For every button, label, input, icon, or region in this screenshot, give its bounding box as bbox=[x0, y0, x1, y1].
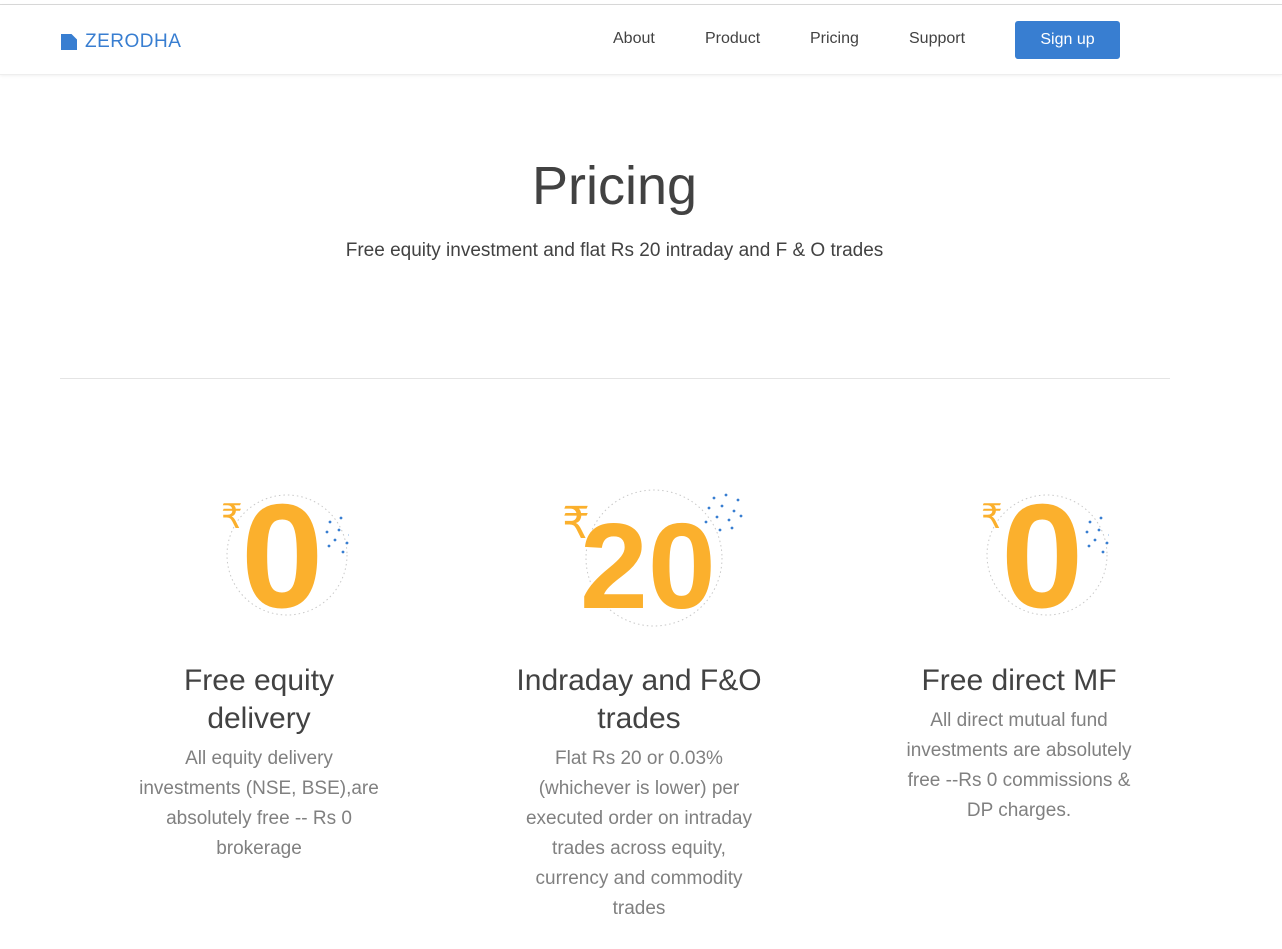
section-divider bbox=[60, 378, 1170, 379]
brand-name: ZERODHA bbox=[85, 31, 182, 52]
card-description: All equity delivery investments (NSE, BS… bbox=[139, 748, 379, 859]
card-title: Free equity delivery bbox=[183, 664, 335, 735]
page-subtitle: Free equity investment and flat Rs 20 in… bbox=[345, 240, 884, 261]
card-title: Free direct MF bbox=[921, 664, 1117, 697]
price-amount: 0 bbox=[241, 480, 323, 620]
nav-product[interactable]: Product bbox=[705, 30, 760, 48]
price-amount: 0 bbox=[1001, 480, 1083, 620]
page-title: Pricing bbox=[531, 156, 698, 216]
navbar: ZERODHA About Product Pricing Support Si… bbox=[0, 5, 1282, 75]
nav-support[interactable]: Support bbox=[909, 30, 965, 48]
pricing-card-equity: ₹ 0 Free equity delivery All equity deli… bbox=[134, 480, 384, 864]
signup-button[interactable]: Sign up bbox=[1015, 21, 1120, 59]
currency-symbol: ₹ bbox=[221, 498, 243, 536]
card-description: Flat Rs 20 or 0.03% (whichever is lower)… bbox=[525, 748, 753, 919]
price-zero-graphic: ₹ 0 bbox=[221, 480, 349, 620]
price-zero-graphic: ₹ 0 bbox=[981, 480, 1109, 620]
pricing-card-intraday: ₹ 20 Indraday and F&O trades Flat Rs 20 … bbox=[514, 480, 764, 924]
dot-pattern-icon bbox=[1085, 516, 1109, 554]
brand-logo[interactable]: ZERODHA bbox=[61, 31, 181, 53]
pricing-card-mf: ₹ 0 Free direct MF All direct mutual fun… bbox=[894, 480, 1144, 826]
card-title: Indraday and F&O trades bbox=[516, 664, 762, 735]
zerodha-logo-icon bbox=[61, 34, 77, 50]
nav-about[interactable]: About bbox=[613, 30, 655, 48]
currency-symbol: ₹ bbox=[981, 498, 1003, 536]
price-amount: 20 bbox=[580, 498, 716, 630]
nav-pricing[interactable]: Pricing bbox=[810, 30, 859, 48]
price-twenty-graphic: ₹ 20 bbox=[562, 489, 743, 630]
card-description: All direct mutual fund investments are a… bbox=[906, 710, 1132, 821]
dot-pattern-icon bbox=[325, 516, 349, 554]
